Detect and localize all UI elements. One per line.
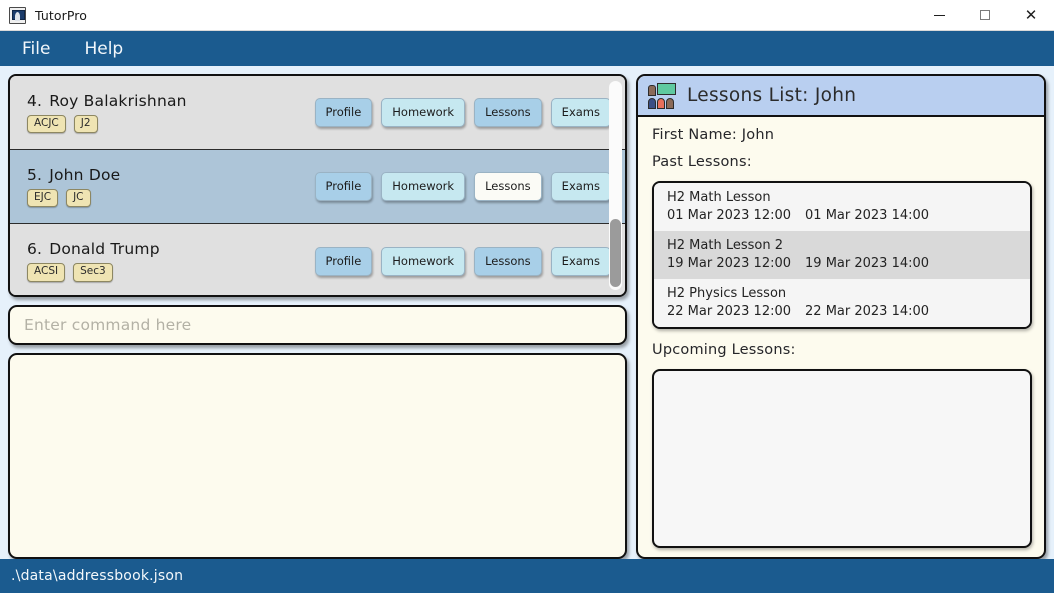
student-icon [657, 97, 665, 109]
maximize-icon [980, 10, 990, 20]
person-row-buttons: Profile Homework Lessons Exams [314, 246, 611, 276]
lessons-button[interactable]: Lessons [474, 98, 542, 127]
person-tag: Sec3 [73, 263, 113, 282]
person-tags: ACJC J2 [27, 114, 315, 134]
person-tag: ACSI [27, 263, 66, 282]
lesson-item[interactable]: H2 Math Lesson 2 19 Mar 2023 12:00 19 Mar… [654, 231, 1030, 279]
past-lessons-label: Past Lessons: [652, 154, 752, 170]
person-list-scrollbar[interactable] [609, 81, 622, 290]
person-tags: ACSI Sec3 [27, 263, 315, 282]
upcoming-lessons-label: Upcoming Lessons: [652, 342, 796, 358]
command-input-placeholder: Enter command here [24, 316, 192, 334]
person-list-panel: 4. Roy Balakrishnan ACJC J2 Profile Homew… [8, 74, 627, 297]
upcoming-lessons-list[interactable] [652, 369, 1032, 548]
maximize-button[interactable] [962, 0, 1008, 31]
profile-button[interactable]: Profile [314, 98, 373, 127]
person-row[interactable]: 4. Roy Balakrishnan ACJC J2 Profile Homew… [10, 76, 625, 150]
titlebar-left: TutorPro [0, 6, 87, 24]
person-list-container: 4. Roy Balakrishnan ACJC J2 Profile Homew… [10, 76, 625, 295]
lesson-start-time: 19 Mar 2023 12:00 [667, 256, 792, 271]
person-index: 5. [27, 165, 43, 184]
student-icon [648, 97, 656, 109]
lesson-start-time: 22 Mar 2023 12:00 [667, 304, 792, 319]
exams-button[interactable]: Exams [550, 98, 611, 127]
lesson-title: H2 Math Lesson 2 [667, 238, 783, 253]
lesson-end-time: 22 Mar 2023 14:00 [805, 304, 930, 319]
profile-button[interactable]: Profile [314, 172, 373, 201]
person-tag: ACJC [27, 114, 66, 134]
person-tags: EJC JC [27, 188, 315, 208]
command-input-box[interactable]: Enter command here [8, 305, 627, 345]
person-name: 4. Roy Balakrishnan [27, 92, 315, 110]
status-bar: .\data\addressbook.json [0, 559, 1054, 593]
person-tag: EJC [27, 188, 59, 208]
person-row-main: 6. Donald Trump ACSI Sec3 [27, 240, 315, 282]
window-titlebar: TutorPro ✕ [0, 0, 1054, 31]
teacher-icon [648, 84, 656, 96]
lesson-end-time: 01 Mar 2023 14:00 [805, 208, 930, 223]
homework-button[interactable]: Homework [381, 98, 466, 127]
student-icon [666, 97, 674, 109]
classroom-icon [648, 82, 676, 109]
lessons-button[interactable]: Lessons [474, 246, 542, 276]
person-row[interactable]: 5. John Doe EJC JC Profile Homework Lesso… [10, 150, 625, 224]
left-column: 4. Roy Balakrishnan ACJC J2 Profile Homew… [8, 74, 627, 559]
homework-button[interactable]: Homework [381, 246, 466, 276]
lesson-item[interactable]: H2 Math Lesson 01 Mar 2023 12:00 01 Mar 2… [654, 183, 1030, 231]
person-row-main: 4. Roy Balakrishnan ACJC J2 [27, 92, 315, 134]
lessons-panel-body: First Name: John Past Lessons: H2 Math L… [638, 117, 1044, 548]
exams-button[interactable]: Exams [550, 172, 611, 201]
application-window: TutorPro ✕ File Help 4. Roy Balakrishnan… [0, 0, 1054, 593]
close-icon: ✕ [1024, 5, 1038, 24]
lessons-button[interactable]: Lessons [474, 172, 542, 201]
menubar: File Help [0, 31, 1054, 66]
lessons-panel-title: Lessons List: John [687, 85, 857, 106]
person-index: 6. [27, 240, 43, 259]
menu-item-file[interactable]: File [14, 37, 58, 61]
lesson-times: 19 Mar 2023 12:00 19 Mar 2023 14:00 [667, 256, 1019, 271]
lesson-title: H2 Physics Lesson [667, 286, 787, 301]
right-column: Lessons List: John First Name: John Past… [636, 74, 1046, 559]
result-display-box [8, 353, 627, 559]
person-name-text: Donald Trump [49, 240, 160, 259]
lesson-title: H2 Math Lesson [667, 190, 771, 205]
menu-item-help[interactable]: Help [76, 37, 131, 61]
lesson-times: 01 Mar 2023 12:00 01 Mar 2023 14:00 [667, 208, 1019, 223]
lessons-panel-header: Lessons List: John [638, 76, 1044, 117]
person-name: 5. John Doe [27, 166, 315, 184]
window-controls: ✕ [916, 0, 1054, 31]
lesson-end-time: 19 Mar 2023 14:00 [805, 256, 930, 271]
past-lessons-list[interactable]: H2 Math Lesson 01 Mar 2023 12:00 01 Mar 2… [652, 181, 1032, 329]
lesson-item[interactable]: H2 Physics Lesson 22 Mar 2023 12:00 22 Ma… [654, 279, 1030, 327]
person-name-text: Roy Balakrishnan [49, 91, 187, 110]
person-name: 6. Donald Trump [27, 240, 315, 258]
person-row[interactable]: 6. Donald Trump ACSI Sec3 Profile Homewor… [10, 224, 625, 295]
lesson-times: 22 Mar 2023 12:00 22 Mar 2023 14:00 [667, 304, 1019, 319]
lessons-detail-panel: Lessons List: John First Name: John Past… [636, 74, 1046, 559]
minimize-button[interactable] [916, 0, 962, 31]
window-title: TutorPro [35, 7, 87, 23]
person-row-buttons: Profile Homework Lessons Exams [314, 172, 611, 201]
homework-button[interactable]: Homework [381, 172, 466, 201]
person-index: 4. [27, 91, 43, 110]
minimize-icon [933, 14, 945, 16]
person-name-text: John Doe [49, 165, 121, 184]
scrollbar-thumb[interactable] [610, 219, 621, 287]
person-row-buttons: Profile Homework Lessons Exams [314, 98, 611, 127]
person-tag: J2 [73, 114, 98, 134]
lesson-start-time: 01 Mar 2023 12:00 [667, 208, 792, 223]
main-body: 4. Roy Balakrishnan ACJC J2 Profile Homew… [0, 66, 1054, 559]
first-name-line: First Name: John [652, 127, 775, 143]
close-button[interactable]: ✕ [1008, 0, 1054, 31]
blackboard-icon [657, 82, 676, 95]
person-tag: JC [66, 188, 91, 208]
person-row-main: 5. John Doe EJC JC [27, 166, 315, 208]
status-bar-path: .\data\addressbook.json [11, 568, 184, 584]
profile-button[interactable]: Profile [314, 246, 373, 276]
app-window-person-icon [9, 6, 26, 24]
exams-button[interactable]: Exams [550, 246, 611, 276]
